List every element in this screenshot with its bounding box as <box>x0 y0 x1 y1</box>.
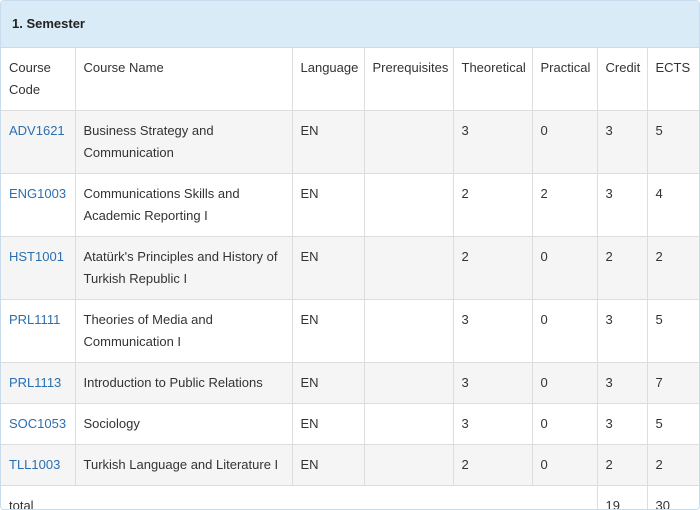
course-prerequisites-cell <box>363 403 454 445</box>
course-language-cell: EN <box>291 403 365 445</box>
course-ects-cell: 5 <box>646 299 699 363</box>
course-prerequisites-cell <box>363 236 454 300</box>
course-theoretical-cell: 3 <box>452 403 533 445</box>
course-theoretical-cell: 3 <box>452 362 533 404</box>
course-language-cell: EN <box>291 362 365 404</box>
course-practical-cell: 0 <box>531 444 598 486</box>
course-table: Course Code Course Name Language Prerequ… <box>1 48 699 509</box>
course-language-cell: EN <box>291 444 365 486</box>
table-row: TLL1003 Turkish Language and Literature I… <box>1 444 699 486</box>
course-practical-cell: 0 <box>531 403 598 445</box>
total-ects: 30 <box>646 485 699 509</box>
course-credit-cell: 3 <box>596 110 648 174</box>
course-code-link[interactable]: ENG1003 <box>9 186 66 201</box>
course-rows: ADV1621 Business Strategy and Communicati… <box>1 110 699 509</box>
table-row: PRL1111 Theories of Media and Communicati… <box>1 299 699 363</box>
course-theoretical-cell: 3 <box>452 110 533 174</box>
course-practical-cell: 0 <box>531 110 598 174</box>
header-prerequisites: Prerequisites <box>363 48 454 111</box>
course-name-cell: Introduction to Public Relations <box>74 362 293 404</box>
course-code-cell: TLL1003 <box>1 444 76 486</box>
course-name-cell: Turkish Language and Literature I <box>74 444 293 486</box>
course-name-cell: Atatürk's Principles and History of Turk… <box>74 236 293 300</box>
course-name-cell: Theories of Media and Communication I <box>74 299 293 363</box>
course-code-link[interactable]: SOC1053 <box>9 416 66 431</box>
total-credit: 19 <box>596 485 648 509</box>
course-ects-cell: 7 <box>646 362 699 404</box>
course-practical-cell: 0 <box>531 299 598 363</box>
header-ects: ECTS <box>646 48 699 111</box>
course-theoretical-cell: 3 <box>452 299 533 363</box>
course-practical-cell: 0 <box>531 362 598 404</box>
course-credit-cell: 3 <box>596 299 648 363</box>
course-name-cell: Communications Skills and Academic Repor… <box>74 173 293 237</box>
course-credit-cell: 2 <box>596 444 648 486</box>
course-ects-cell: 4 <box>646 173 699 237</box>
course-code-link[interactable]: TLL1003 <box>9 457 60 472</box>
course-code-link[interactable]: PRL1113 <box>9 375 61 390</box>
header-course-code: Course Code <box>1 48 76 111</box>
semester-panel: 1. Semester Course Code Course Name Lang… <box>0 0 700 510</box>
course-code-cell: PRL1111 <box>1 299 76 363</box>
course-prerequisites-cell <box>363 444 454 486</box>
table-row: SOC1053 Sociology EN 3 0 3 5 <box>1 403 699 445</box>
header-course-name: Course Name <box>74 48 293 111</box>
course-code-cell: SOC1053 <box>1 403 76 445</box>
course-theoretical-cell: 2 <box>452 173 533 237</box>
course-practical-cell: 0 <box>531 236 598 300</box>
course-language-cell: EN <box>291 299 365 363</box>
course-code-cell: HST1001 <box>1 236 76 300</box>
course-language-cell: EN <box>291 173 365 237</box>
course-code-cell: ENG1003 <box>1 173 76 237</box>
course-credit-cell: 3 <box>596 362 648 404</box>
header-credit: Credit <box>596 48 648 111</box>
table-header-row: Course Code Course Name Language Prerequ… <box>1 48 699 111</box>
table-row: ADV1621 Business Strategy and Communicati… <box>1 110 699 174</box>
course-code-link[interactable]: HST1001 <box>9 249 64 264</box>
course-name-cell: Business Strategy and Communication <box>74 110 293 174</box>
table-row: PRL1113 Introduction to Public Relations E… <box>1 362 699 404</box>
course-ects-cell: 2 <box>646 444 699 486</box>
course-prerequisites-cell <box>363 173 454 237</box>
course-theoretical-cell: 2 <box>452 444 533 486</box>
course-code-cell: PRL1113 <box>1 362 76 404</box>
course-theoretical-cell: 2 <box>452 236 533 300</box>
total-label: total <box>1 485 598 509</box>
course-code-cell: ADV1621 <box>1 110 76 174</box>
course-prerequisites-cell <box>363 299 454 363</box>
course-prerequisites-cell <box>363 110 454 174</box>
course-credit-cell: 2 <box>596 236 648 300</box>
table-row: HST1001 Atatürk's Principles and History … <box>1 236 699 300</box>
course-code-link[interactable]: PRL1111 <box>9 312 60 327</box>
course-ects-cell: 5 <box>646 110 699 174</box>
course-name-cell: Sociology <box>74 403 293 445</box>
course-ects-cell: 5 <box>646 403 699 445</box>
course-credit-cell: 3 <box>596 403 648 445</box>
course-credit-cell: 3 <box>596 173 648 237</box>
course-prerequisites-cell <box>363 362 454 404</box>
total-row: total 19 30 <box>1 485 699 509</box>
header-practical: Practical <box>531 48 598 111</box>
course-language-cell: EN <box>291 236 365 300</box>
semester-title: 1. Semester <box>1 1 699 48</box>
header-language: Language <box>291 48 365 111</box>
course-ects-cell: 2 <box>646 236 699 300</box>
header-theoretical: Theoretical <box>452 48 533 111</box>
course-code-link[interactable]: ADV1621 <box>9 123 65 138</box>
course-practical-cell: 2 <box>531 173 598 237</box>
course-language-cell: EN <box>291 110 365 174</box>
table-row: ENG1003 Communications Skills and Academi… <box>1 173 699 237</box>
